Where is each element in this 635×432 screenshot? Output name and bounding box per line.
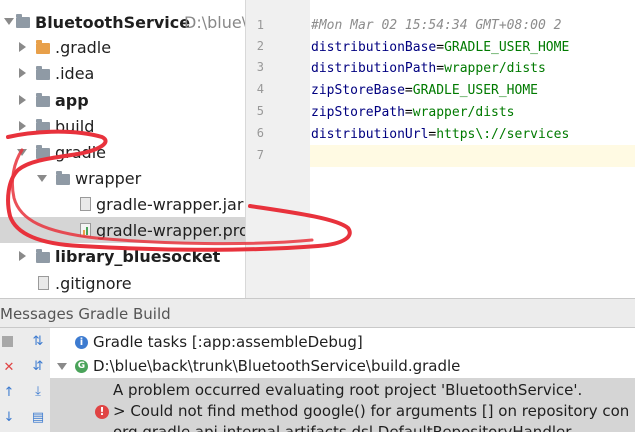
tree-root-name: BluetoothService	[35, 12, 191, 32]
folder-icon	[36, 40, 50, 54]
tree-item-label: build	[55, 116, 95, 136]
folder-icon	[36, 66, 50, 80]
message-row-build-file[interactable]: G D:\blue\back\trunk\BluetoothService\bu…	[50, 354, 635, 378]
tree-item-wrapper[interactable]: wrapper	[0, 165, 245, 191]
code-line: distributionUrl=https\://services	[311, 127, 570, 142]
message-text: Gradle tasks [:app:assembleDebug]	[93, 333, 363, 351]
message-row-tasks[interactable]: i Gradle tasks [:app:assembleDebug]	[50, 330, 635, 354]
down-arrow-icon[interactable]: ↓	[1, 410, 17, 426]
message-row-error[interactable]: A problem occurred evaluating root proje…	[50, 378, 635, 432]
stop-icon[interactable]	[2, 336, 13, 347]
line-number: 7	[256, 148, 264, 162]
tree-item-app[interactable]: app	[0, 87, 245, 113]
tree-item-label: library_bluesocket	[55, 246, 221, 266]
line-number: 1	[256, 18, 264, 32]
tree-item-wrapper-properties[interactable]: gradle-wrapper.prop	[0, 217, 245, 243]
tree-item-library-bluesocket[interactable]: library_bluesocket	[0, 243, 245, 269]
folder-icon	[56, 171, 70, 185]
up-arrow-icon[interactable]: ↑	[1, 385, 17, 401]
collapse-arrow-icon[interactable]	[17, 149, 27, 156]
export-icon[interactable]: ⤓	[30, 384, 46, 400]
gradle-file-icon: G	[75, 360, 88, 373]
tree-item-label: app	[55, 90, 89, 110]
expand-arrow-icon[interactable]	[19, 121, 26, 131]
line-number: 6	[256, 126, 264, 140]
code-editor[interactable]: #Mon Mar 02 15:54:34 GMT+08:00 2 distrib…	[310, 0, 635, 298]
messages-panel-title: Messages Gradle Build	[0, 305, 171, 323]
collapse-arrow-icon[interactable]	[37, 175, 47, 182]
expand-arrow-icon[interactable]	[19, 42, 26, 52]
line-number: 2	[256, 39, 264, 53]
module-folder-icon	[36, 93, 50, 107]
tree-item-label: .gradle	[55, 37, 112, 57]
code-line: distributionPath=wrapper/dists	[311, 61, 546, 76]
messages-toolbar: ⇅ ✕ ⇵ ↑ ⤓ ↓ ▤	[0, 328, 51, 432]
project-tree: BluetoothService D:\blue\ .gradle .idea …	[0, 0, 245, 298]
jar-file-icon	[80, 197, 91, 211]
tree-item-label: gradle-wrapper.prop	[96, 220, 245, 240]
error-message-line: > Could not find method google() for arg…	[113, 402, 630, 420]
folder-icon	[36, 145, 50, 159]
tree-item-wrapper-jar[interactable]: gradle-wrapper.jar	[0, 191, 245, 217]
expand-all-icon[interactable]: ⇵	[30, 359, 46, 375]
expand-arrow-icon[interactable]	[19, 251, 26, 261]
text-file-icon	[38, 276, 49, 290]
code-line: zipStoreBase=GRADLE_USER_HOME	[311, 83, 538, 98]
line-number: 5	[256, 104, 264, 118]
expand-arrow-icon[interactable]	[4, 18, 14, 25]
collapse-arrow-icon[interactable]	[57, 363, 67, 370]
tree-item-label: gradle-wrapper.jar	[96, 194, 244, 214]
collapse-all-icon[interactable]: ⇅	[30, 334, 46, 350]
module-folder-icon	[16, 14, 30, 28]
expand-arrow-icon[interactable]	[19, 68, 26, 78]
tree-root-path: D:\blue\	[184, 12, 245, 32]
expand-arrow-icon[interactable]	[19, 95, 26, 105]
tree-item-gradle-cache[interactable]: .gradle	[0, 34, 245, 60]
close-icon[interactable]: ✕	[1, 360, 17, 376]
line-number: 3	[256, 60, 264, 74]
folder-icon	[36, 119, 50, 133]
tree-item-label: .gitignore	[55, 273, 132, 293]
line-number: 4	[256, 82, 264, 96]
code-line: distributionBase=GRADLE_USER_HOME	[311, 40, 570, 55]
info-icon: i	[75, 336, 88, 349]
error-message-line: org.gradle.api.internal.artifacts.dsl.De…	[113, 423, 572, 432]
code-line: zipStorePath=wrapper/dists	[311, 105, 515, 120]
code-comment-line: #Mon Mar 02 15:54:34 GMT+08:00 2	[311, 18, 562, 33]
tree-item-label: wrapper	[75, 168, 142, 188]
message-text: D:\blue\back\trunk\BluetoothService\buil…	[93, 357, 461, 375]
tree-item-label: .idea	[55, 63, 95, 83]
messages-panel-header: Messages Gradle Build	[0, 298, 635, 328]
module-folder-icon	[36, 249, 50, 263]
tree-item-label: gradle	[55, 142, 106, 162]
tree-item-idea[interactable]: .idea	[0, 60, 245, 86]
current-line-highlight	[310, 145, 635, 167]
tree-root-row[interactable]: BluetoothService D:\blue\	[0, 9, 245, 35]
error-icon: !	[95, 405, 109, 419]
tree-item-gitignore[interactable]: .gitignore	[0, 270, 245, 296]
tree-item-gradle[interactable]: gradle	[0, 139, 245, 165]
error-message-line: A problem occurred evaluating root proje…	[113, 381, 583, 399]
properties-file-icon	[80, 223, 91, 237]
editor-gutter: 1 2 3 4 5 6 7	[245, 0, 311, 298]
messages-list: i Gradle tasks [:app:assembleDebug] G D:…	[50, 328, 635, 432]
tree-item-build[interactable]: build	[0, 113, 245, 139]
settings-list-icon[interactable]: ▤	[30, 410, 46, 426]
